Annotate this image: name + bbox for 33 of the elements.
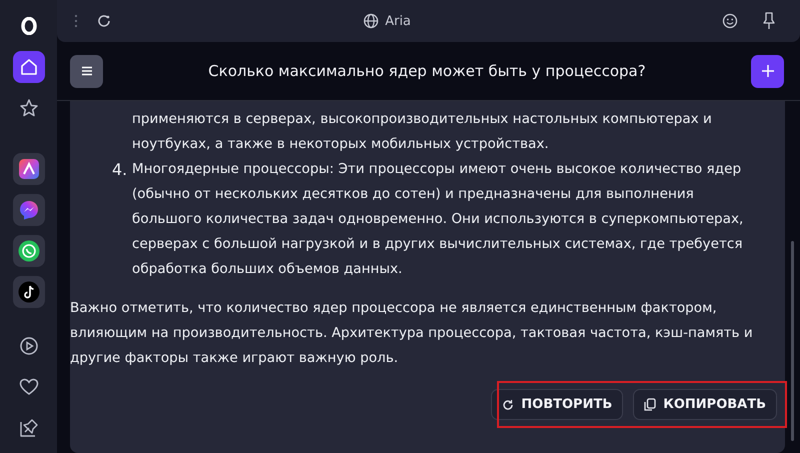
whatsapp-icon bbox=[18, 240, 40, 262]
menu-icon bbox=[80, 66, 92, 76]
app-button[interactable] bbox=[12, 153, 44, 185]
app-button[interactable] bbox=[12, 276, 44, 308]
o-logo-icon bbox=[20, 17, 36, 35]
menu-button[interactable] bbox=[70, 54, 103, 88]
globe-icon bbox=[363, 13, 380, 29]
reload-icon[interactable] bbox=[96, 13, 112, 29]
home-icon bbox=[18, 57, 38, 77]
copy-icon bbox=[644, 398, 656, 411]
messenger-icon bbox=[18, 200, 38, 220]
answer-text: применяются в серверах, высокопроизводительных настольных компьютерах и ноутбуках, а также в некоторых мобильных устройствах. bbox=[132, 110, 713, 154]
tiktok-icon bbox=[18, 281, 40, 303]
reload-icon bbox=[502, 398, 514, 410]
play-icon bbox=[18, 336, 38, 356]
chat-title: Сколько максимально ядер может быть у процессора? bbox=[207, 62, 647, 80]
drag-handle-icon[interactable] bbox=[74, 14, 78, 28]
plus-icon bbox=[760, 64, 774, 78]
new-chat-button[interactable] bbox=[751, 54, 784, 88]
pin-icon bbox=[18, 418, 38, 438]
list-number: 4. bbox=[112, 159, 128, 181]
pin-icon[interactable] bbox=[762, 12, 776, 30]
app-button[interactable] bbox=[12, 235, 44, 267]
home-button[interactable] bbox=[12, 51, 44, 83]
heart-icon bbox=[18, 378, 38, 396]
site-title: Aria bbox=[385, 14, 411, 28]
retry-button[interactable]: ПОВТОРИТЬ bbox=[491, 389, 624, 420]
copy-button[interactable]: КОПИРОВАТЬ bbox=[633, 389, 777, 420]
star-icon bbox=[18, 98, 38, 118]
smiley-icon[interactable] bbox=[722, 13, 738, 29]
aria-app-icon bbox=[18, 159, 38, 179]
list-item-text: Многоядерные процессоры: Эти процессоры имеют очень высокое количество ядер (обычно от нескольких десятков до сотен) и предназначены для выполнения большого количества задач одновременно. Они используются в суперкомпьютерах, серверах с большой нагрузкой и в других вычислительных системах, где требуется обработка больших объемов данных. bbox=[132, 160, 744, 279]
answer-paragraph: Важно отметить, что количество ядер процессора не является единственным фактором, влияющим на производительность. Архитектура процессора, тактовая частота, кэш-память и другие факторы также играют важную роль. bbox=[70, 299, 754, 368]
